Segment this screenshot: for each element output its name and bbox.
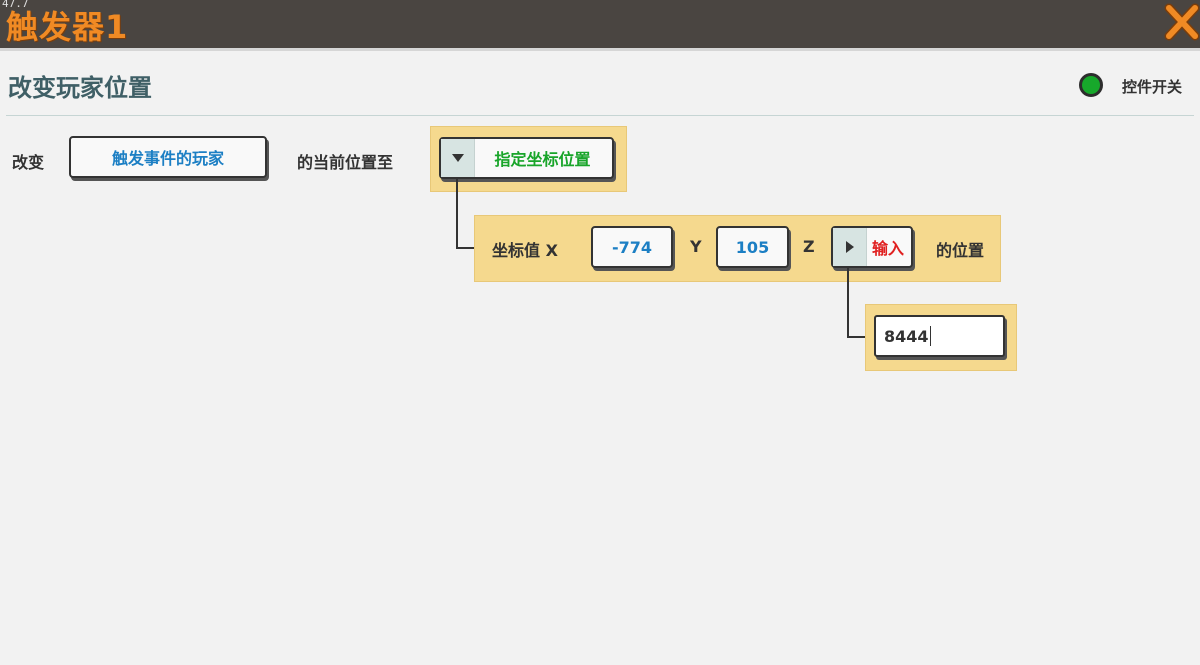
- z-value-text: 8444: [884, 326, 929, 346]
- z-value-input[interactable]: 8444: [874, 315, 1005, 357]
- y-label: Y: [690, 237, 702, 256]
- position-mode-dropdown[interactable]: 指定坐标位置: [439, 137, 614, 179]
- coordinates-suffix: 的位置: [936, 241, 985, 260]
- x-value-field[interactable]: -774: [591, 226, 673, 268]
- title-bar-shadow: [0, 48, 1200, 51]
- z-mode-label: 输入: [871, 239, 904, 258]
- action-title: 改变玩家位置: [8, 74, 152, 102]
- title-bar: 47.7 触发器1: [0, 0, 1200, 48]
- sentence-middle: 的当前位置至: [297, 153, 394, 172]
- z-label: Z: [803, 237, 815, 256]
- control-switch-label: 控件开关: [1122, 78, 1183, 96]
- dropdown-arrow-icon: [441, 139, 475, 177]
- y-value-field[interactable]: 105: [716, 226, 789, 268]
- coordinates-label: 坐标值 X: [492, 241, 558, 260]
- close-icon: [1164, 3, 1200, 41]
- expand-arrow-icon: [833, 228, 867, 266]
- z-mode-dropdown[interactable]: 输入: [831, 226, 913, 268]
- text-caret: [929, 326, 931, 346]
- position-mode-label: 指定坐标位置: [494, 150, 591, 169]
- control-switch-toggle[interactable]: [1079, 73, 1103, 97]
- header-divider: [6, 115, 1194, 116]
- window-title: 触发器1: [6, 8, 129, 46]
- sentence-prefix: 改变: [12, 153, 45, 172]
- player-selector-button[interactable]: 触发事件的玩家: [69, 136, 267, 178]
- close-button[interactable]: [1164, 2, 1200, 42]
- connector-line: [456, 179, 476, 249]
